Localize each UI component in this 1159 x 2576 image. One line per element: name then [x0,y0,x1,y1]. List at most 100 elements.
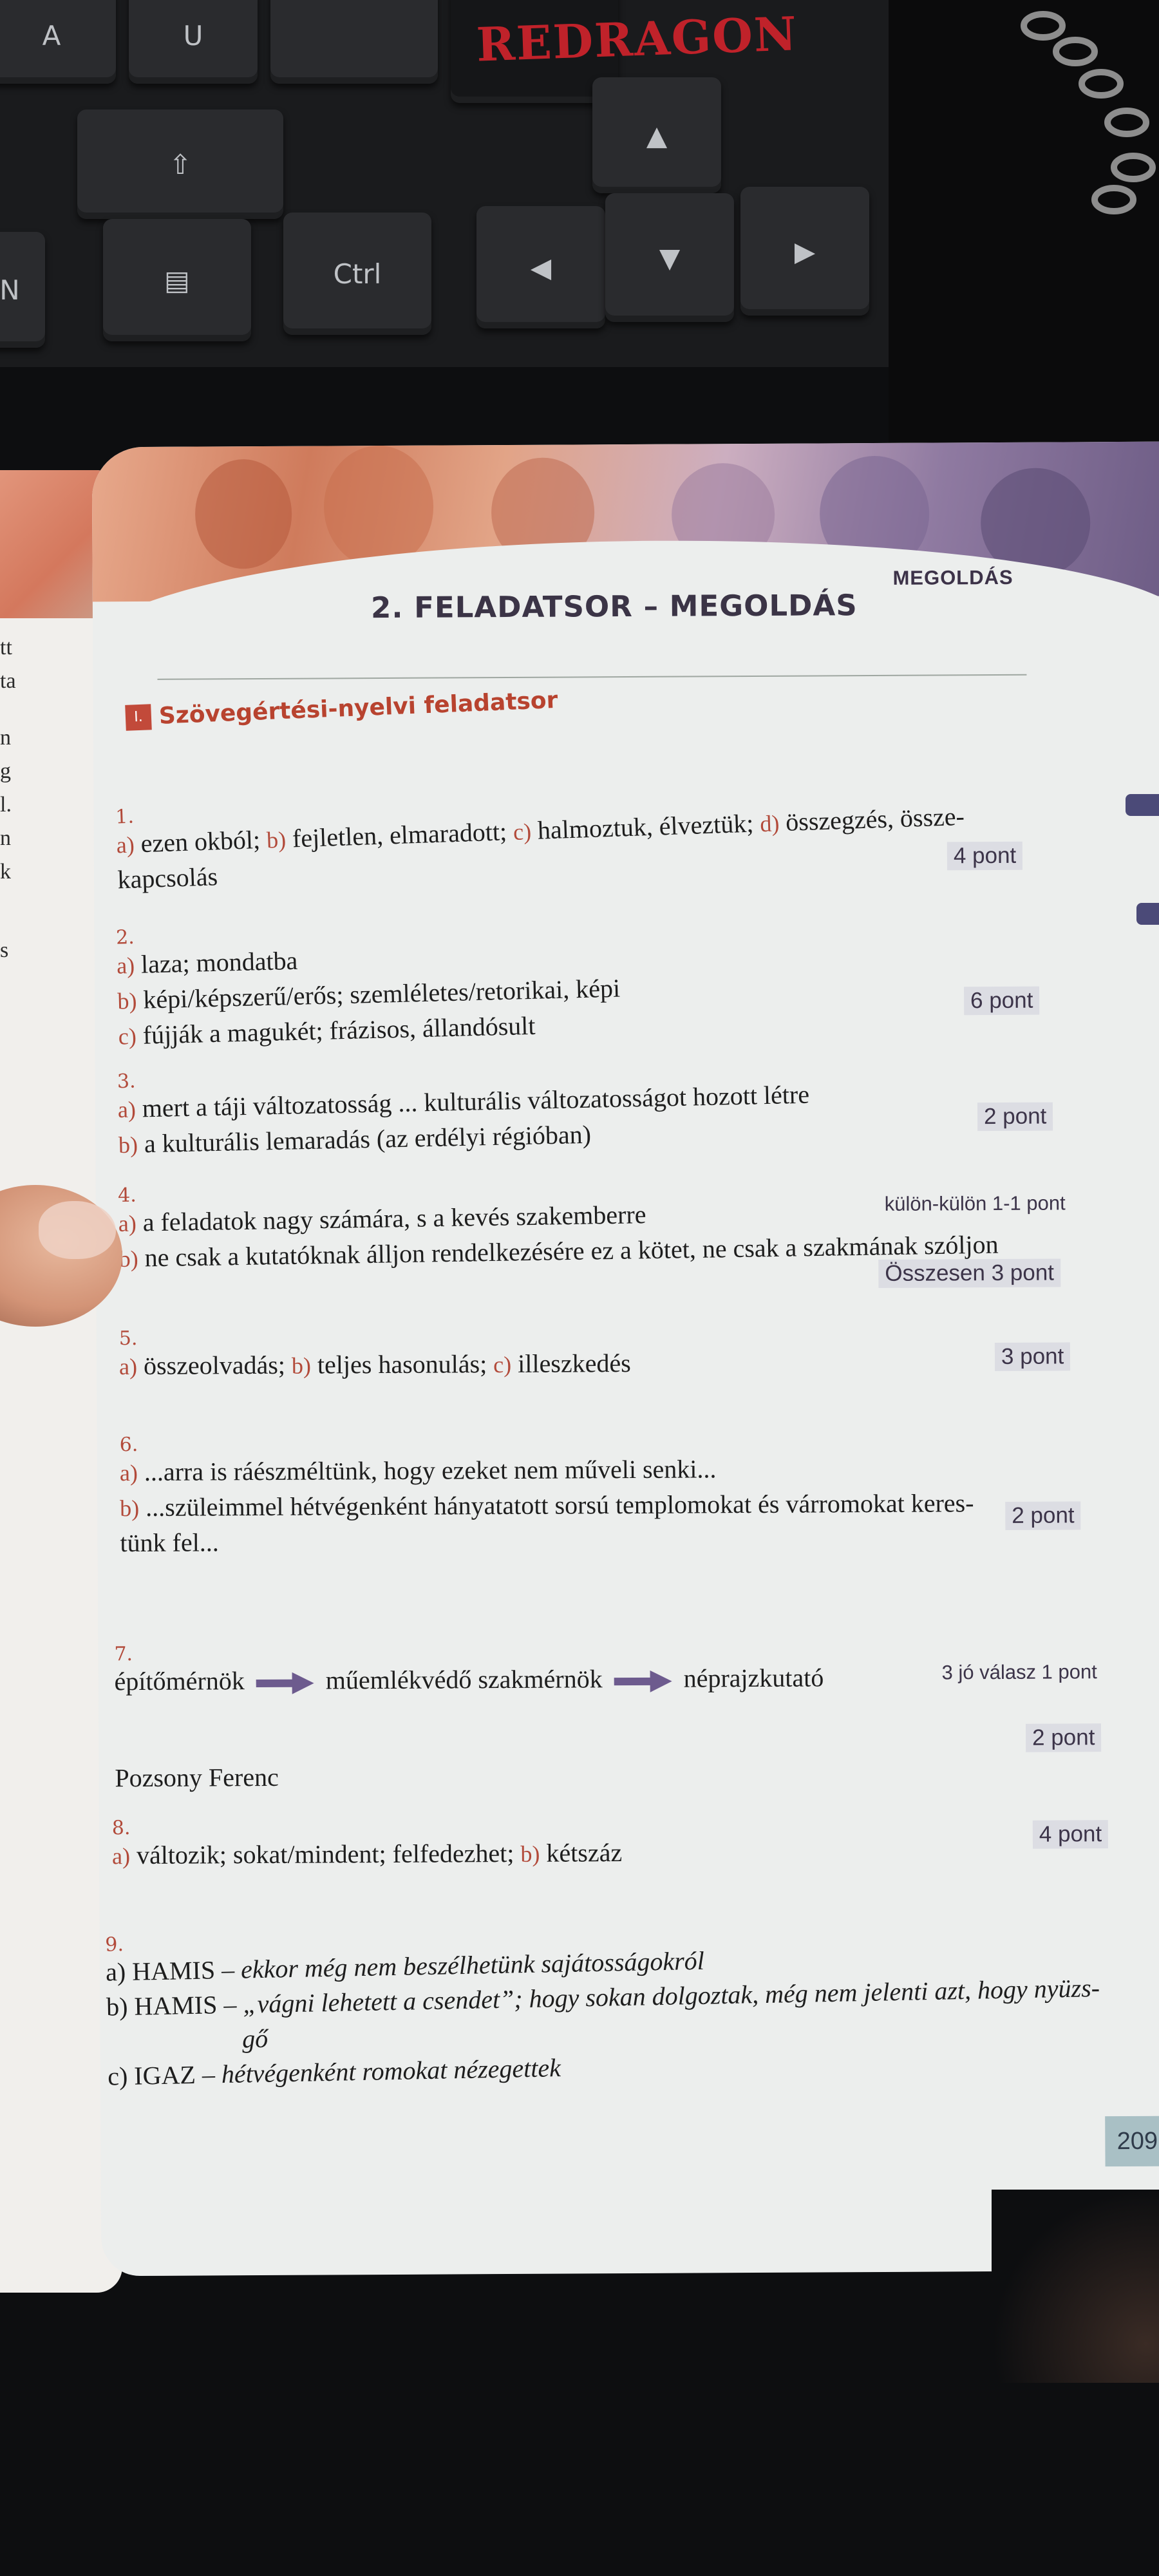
header-tag: MEGOLDÁS [892,565,1013,589]
answer-label: b) [118,1132,138,1159]
answer-text: képi/képszerű/erős; szemléletes/retorika… [142,973,621,1014]
points-label: külön-külön 1-1 pont [884,1191,1066,1215]
answer-text: ne csak a kutatóknak álljon rendelkezésé… [144,1229,999,1273]
left-page-text: s [0,934,8,967]
portrait-illustration [323,445,434,569]
answer-text: összegzés, össze- [785,801,965,837]
book-page: MEGOLDÁS 2. FELADATSOR – MEGOLDÁS I. Szö… [91,441,1159,2277]
chain-decoration [1021,11,1156,214]
answer-text: gő [241,2023,269,2054]
left-page-text: tt ta [0,631,16,698]
answer-text: halmoztuk, élveztük; [537,808,755,845]
answer-label: b) HAMIS – [106,1989,243,2022]
points-label: 3 pont [994,1342,1071,1372]
arrow-right-icon [256,1672,314,1694]
keyboard-brand-logo: REDRAGON [475,6,799,72]
fingernail [39,1201,116,1259]
answer-label: a) [116,831,135,858]
key-a-label: A [42,19,61,52]
points-label: 2 pont [1005,1501,1081,1530]
career-step: építőmérnök [114,1666,245,1696]
answer-text: illeszkedés [518,1349,631,1378]
answer-text: kapcsolás [117,862,218,895]
answer-label: d) [759,810,780,837]
answer-text: ekkor még nem beszélhetünk sajátosságokr… [240,1946,705,1984]
answer-text: fejletlen, elmaradott; [292,817,507,853]
answer-label: a) [118,1354,138,1380]
left-page-fragment: g [0,759,11,783]
left-page-fragment: n [0,726,11,750]
answer-text: a kulturális lemaradás (az erdélyi régió… [144,1119,592,1159]
question-number: 6. [119,1434,138,1457]
keyboard-key: A [0,0,116,84]
left-page-fragment: n [0,826,11,850]
points-label: 2 pont [1025,1723,1102,1752]
key-n-label: N [0,274,20,306]
answer-text: laza; mondatba [140,945,298,979]
answer-label: b) [520,1841,540,1867]
answer-text: változik; sokat/mindent; felfedezhet; [136,1838,514,1870]
answer-label: a) [118,1210,137,1237]
section-title: Szövegértési-nyelvi feladatsor [158,687,559,730]
left-page-fragment: tt [0,636,12,659]
section-number: I. [125,703,152,731]
question-9: 9. a) HAMIS – ekkor még nem beszélhetünk… [105,1916,1151,2094]
answer-label: a) [117,1096,137,1123]
answer-label: c) IGAZ – [107,2060,222,2091]
answer-text: teljes hasonulás; [317,1349,487,1379]
answer-text: ezen okból; [140,825,261,858]
page-tab-marker [1126,794,1159,816]
answer-label: b) [266,826,287,853]
question-number: 7. [114,1643,133,1666]
answer-label: c) [493,1351,512,1378]
keyboard: A U REDRAGON ▲ ⇧ N ▤ Ctrl ◀ ▼ ▶ [0,0,889,367]
left-page-fragment: ta [0,669,16,693]
section-heading: I. Szövegértési-nyelvi feladatsor [125,687,558,731]
keyboard-key: N [0,232,45,348]
answer-label: a) HAMIS – [105,1955,241,1987]
left-page-fragment: l. [0,793,12,817]
left-page-text: n g l. n k [0,721,12,889]
keyboard-key: ▶ [740,187,869,316]
page-number: 209 [1105,2116,1159,2167]
points-total: Összesen 3 pont [878,1258,1061,1288]
answer-label: a) [116,952,135,979]
answer-text: ...arra is ráészméltünk, hogy ezeket nem… [144,1454,717,1486]
question-1: 1. a) ezen okból; b) fejletlen, elmarado… [115,777,1051,897]
question-8: 8. a) változik; sokat/mindent; felfedezh… [112,1814,949,1873]
answer-text: a feladatok nagy számára, s a kevés szak… [142,1200,646,1237]
question-number: 2. [115,925,135,949]
question-number: 8. [111,1817,131,1840]
keyboard-key: ▤ [103,219,251,341]
answer-label: a) [111,1843,131,1870]
keyboard-key [270,0,438,84]
answer-text: összeolvadás; [143,1350,286,1380]
answer-text: ...szüleimmel hétvégenként hányatatott s… [146,1488,974,1522]
portrait-illustration [194,459,292,569]
career-step: műemlékvédő szakmérnök [325,1664,603,1695]
question-3: 3. a) mert a táji változatosság ... kult… [117,1054,1021,1162]
answer-label: b) [120,1495,140,1522]
keyboard-key: ▼ [605,193,734,322]
points-label: 4 pont [947,841,1023,871]
keyboard-key: ▲ [592,77,721,193]
keyboard-key: Ctrl [283,213,431,335]
answer-label: c) [118,1023,137,1050]
question-7: 7. építőmérnök műemlékvédő szakmérnök né… [114,1640,951,1699]
page-tab-marker [1136,903,1159,925]
answer-label: b) [117,987,137,1014]
answer-label: c) [513,819,532,845]
points-label: 6 pont [963,986,1040,1016]
arrow-right-icon [614,1670,672,1692]
left-page-fragment: s [0,938,9,962]
points-label: 4 pont [1032,1820,1109,1849]
answer-label: b) [291,1352,312,1379]
answer-label: a) [119,1460,138,1486]
answer-text: fújják a magukét; frázisos, állandósult [142,1010,536,1050]
points-label: 2 pont [977,1102,1053,1132]
points-note: 3 jó válasz 1 pont [941,1660,1097,1684]
answer-name: Pozsony Ferenc [115,1762,279,1793]
answer-text: kétszáz [546,1838,623,1868]
question-2: 2. a) laza; mondatba b) képi/képszerű/er… [116,908,956,1054]
answer-text: hétvégenként romokat nézegettek [221,2053,561,2089]
